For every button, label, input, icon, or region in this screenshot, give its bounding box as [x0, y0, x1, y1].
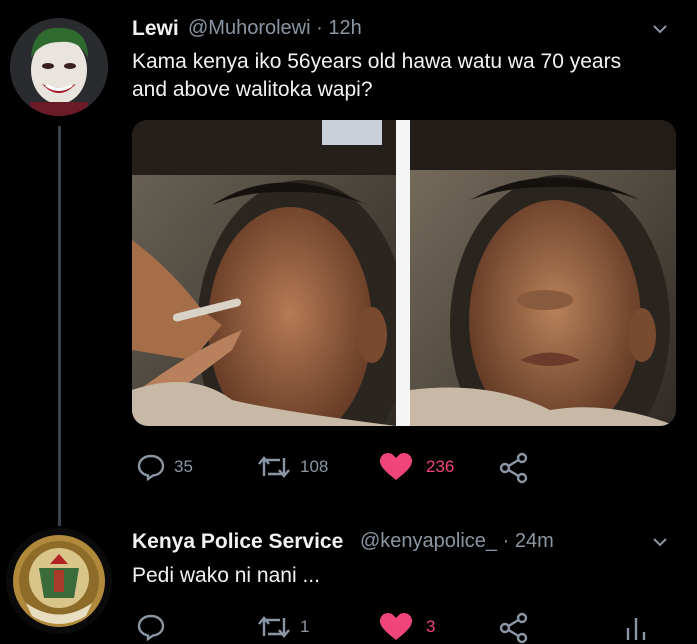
- author-name[interactable]: Lewi: [132, 17, 179, 41]
- retweet-count: 1: [300, 617, 310, 636]
- chevron-down-icon[interactable]: [652, 534, 668, 550]
- avatar-lewi[interactable]: [10, 18, 108, 116]
- analytics-icon[interactable]: [624, 614, 648, 642]
- avatar-kenya-police[interactable]: [6, 528, 112, 634]
- photo-right[interactable]: [410, 120, 676, 426]
- reply-count: 35: [174, 457, 193, 476]
- chevron-down-icon[interactable]: [652, 21, 668, 37]
- media-divider: [396, 120, 410, 426]
- retweet-icon: [258, 616, 290, 638]
- retweet-count: 108: [300, 457, 329, 476]
- share-icon[interactable]: [498, 452, 530, 484]
- like-button[interactable]: 3: [378, 612, 435, 642]
- thread-connector: [58, 126, 61, 526]
- heart-icon: [380, 613, 412, 640]
- like-count: 3: [426, 617, 436, 636]
- retweet-button[interactable]: 1: [256, 612, 309, 642]
- author-handle-time[interactable]: @kenyapolice_ · 24m: [360, 530, 554, 553]
- reply-button[interactable]: [136, 612, 166, 642]
- author-name[interactable]: Kenya Police Service: [132, 530, 343, 554]
- tweet-text: Kama kenya iko 56years old hawa watu wa …: [132, 50, 622, 101]
- retweet-icon: [258, 456, 290, 478]
- heart-icon: [380, 453, 412, 480]
- author-handle-time[interactable]: @Muhorolewi · 12h: [188, 17, 362, 40]
- photo-left[interactable]: [132, 120, 396, 426]
- reply-icon: [137, 454, 165, 482]
- tweet-text: Pedi wako ni nani ...: [132, 564, 320, 587]
- share-icon[interactable]: [498, 612, 530, 644]
- reply-button[interactable]: 35: [136, 452, 193, 482]
- like-button[interactable]: 236: [378, 452, 454, 482]
- tweet-media[interactable]: [132, 120, 676, 426]
- retweet-button[interactable]: 108: [256, 452, 328, 482]
- like-count: 236: [426, 457, 455, 476]
- reply-icon: [137, 614, 165, 642]
